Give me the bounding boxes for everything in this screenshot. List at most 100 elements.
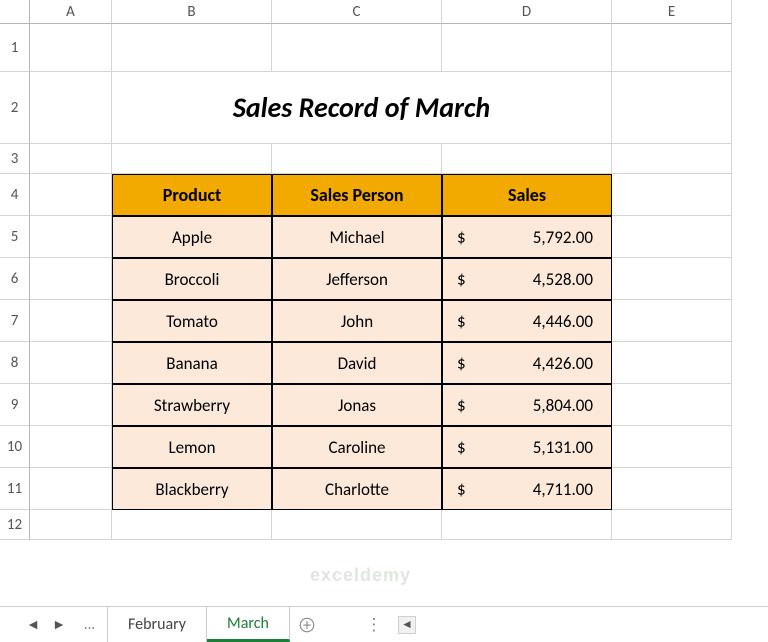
nav-next-icon[interactable]: ► bbox=[46, 607, 72, 642]
cell[interactable] bbox=[30, 174, 112, 216]
col-header-E[interactable]: E bbox=[612, 0, 732, 24]
watermark: exceldemy bbox=[310, 565, 411, 586]
cell[interactable] bbox=[612, 72, 732, 144]
cell[interactable] bbox=[30, 426, 112, 468]
row-header-9[interactable]: 9 bbox=[0, 384, 30, 426]
cell[interactable] bbox=[112, 24, 272, 72]
sheet-tab-bar: ◄ ► ... February March ⋮ ◄ bbox=[0, 606, 768, 642]
currency-symbol: $ bbox=[457, 311, 466, 332]
nav-prev-icon[interactable]: ◄ bbox=[20, 607, 46, 642]
currency-symbol: $ bbox=[457, 479, 466, 500]
row-header-2[interactable]: 2 bbox=[0, 72, 30, 144]
table-cell-person[interactable]: Jefferson bbox=[272, 258, 442, 300]
cell[interactable] bbox=[112, 510, 272, 540]
cell[interactable] bbox=[30, 144, 112, 174]
cell[interactable] bbox=[272, 510, 442, 540]
cell[interactable] bbox=[612, 216, 732, 258]
tab-overflow-button[interactable]: ... bbox=[72, 607, 108, 642]
table-cell-product[interactable]: Broccoli bbox=[112, 258, 272, 300]
currency-symbol: $ bbox=[457, 437, 466, 458]
table-cell-person[interactable]: Jonas bbox=[272, 384, 442, 426]
row-header-1[interactable]: 1 bbox=[0, 24, 30, 72]
amount: 4,446.00 bbox=[533, 311, 593, 332]
sheet-title[interactable]: Sales Record of March bbox=[112, 72, 612, 144]
table-cell-product[interactable]: Apple bbox=[112, 216, 272, 258]
cell[interactable] bbox=[30, 510, 112, 540]
amount: 5,131.00 bbox=[533, 437, 593, 458]
cell[interactable] bbox=[612, 426, 732, 468]
cell[interactable] bbox=[112, 144, 272, 174]
table-cell-person[interactable]: John bbox=[272, 300, 442, 342]
table-cell-product[interactable]: Blackberry bbox=[112, 468, 272, 510]
table-cell-product[interactable]: Banana bbox=[112, 342, 272, 384]
amount: 4,711.00 bbox=[533, 479, 593, 500]
sheet-tab-february[interactable]: February bbox=[108, 607, 207, 642]
cell[interactable] bbox=[272, 144, 442, 174]
table-cell-person[interactable]: Michael bbox=[272, 216, 442, 258]
cell[interactable] bbox=[30, 468, 112, 510]
cell[interactable] bbox=[612, 384, 732, 426]
cell[interactable] bbox=[30, 72, 112, 144]
horizontal-scrollbar[interactable]: ◄ bbox=[392, 607, 768, 642]
cell[interactable] bbox=[612, 174, 732, 216]
row-header-7[interactable]: 7 bbox=[0, 300, 30, 342]
table-cell-person[interactable]: Caroline bbox=[272, 426, 442, 468]
cell[interactable] bbox=[30, 258, 112, 300]
sheet-tab-march[interactable]: March bbox=[207, 607, 290, 642]
cell[interactable] bbox=[30, 384, 112, 426]
table-cell-sales[interactable]: $5,131.00 bbox=[442, 426, 612, 468]
amount: 5,792.00 bbox=[533, 227, 593, 248]
cell[interactable] bbox=[612, 144, 732, 174]
row-header-12[interactable]: 12 bbox=[0, 510, 30, 540]
scroll-left-icon[interactable]: ◄ bbox=[398, 616, 416, 634]
cell[interactable] bbox=[30, 24, 112, 72]
cell[interactable] bbox=[30, 216, 112, 258]
table-cell-sales[interactable]: $4,426.00 bbox=[442, 342, 612, 384]
table-header-product[interactable]: Product bbox=[112, 174, 272, 216]
cell[interactable] bbox=[612, 510, 732, 540]
cell[interactable] bbox=[442, 24, 612, 72]
amount: 4,426.00 bbox=[533, 353, 593, 374]
cell[interactable] bbox=[442, 144, 612, 174]
table-cell-product[interactable]: Lemon bbox=[112, 426, 272, 468]
cell[interactable] bbox=[442, 510, 612, 540]
row-header-5[interactable]: 5 bbox=[0, 216, 30, 258]
select-all-corner[interactable] bbox=[0, 0, 30, 24]
currency-symbol: $ bbox=[457, 227, 466, 248]
cell[interactable] bbox=[612, 300, 732, 342]
currency-symbol: $ bbox=[457, 269, 466, 290]
currency-symbol: $ bbox=[457, 353, 466, 374]
table-cell-sales[interactable]: $5,792.00 bbox=[442, 216, 612, 258]
col-header-A[interactable]: A bbox=[30, 0, 112, 24]
row-header-4[interactable]: 4 bbox=[0, 174, 30, 216]
table-cell-sales[interactable]: $5,804.00 bbox=[442, 384, 612, 426]
plus-circle-icon bbox=[298, 616, 316, 634]
table-cell-product[interactable]: Tomato bbox=[112, 300, 272, 342]
table-cell-person[interactable]: David bbox=[272, 342, 442, 384]
cell[interactable] bbox=[612, 468, 732, 510]
add-sheet-button[interactable] bbox=[290, 607, 324, 642]
row-header-11[interactable]: 11 bbox=[0, 468, 30, 510]
row-header-3[interactable]: 3 bbox=[0, 144, 30, 174]
currency-symbol: $ bbox=[457, 395, 466, 416]
cell[interactable] bbox=[272, 24, 442, 72]
table-cell-product[interactable]: Strawberry bbox=[112, 384, 272, 426]
row-header-10[interactable]: 10 bbox=[0, 426, 30, 468]
table-header-salesperson[interactable]: Sales Person bbox=[272, 174, 442, 216]
cell[interactable] bbox=[30, 300, 112, 342]
table-cell-sales[interactable]: $4,711.00 bbox=[442, 468, 612, 510]
cell[interactable] bbox=[30, 342, 112, 384]
tab-options-icon[interactable]: ⋮ bbox=[364, 607, 384, 642]
cell[interactable] bbox=[612, 24, 732, 72]
cell[interactable] bbox=[612, 342, 732, 384]
col-header-C[interactable]: C bbox=[272, 0, 442, 24]
row-header-8[interactable]: 8 bbox=[0, 342, 30, 384]
table-cell-sales[interactable]: $4,446.00 bbox=[442, 300, 612, 342]
table-header-sales[interactable]: Sales bbox=[442, 174, 612, 216]
table-cell-person[interactable]: Charlotte bbox=[272, 468, 442, 510]
col-header-D[interactable]: D bbox=[442, 0, 612, 24]
col-header-B[interactable]: B bbox=[112, 0, 272, 24]
row-header-6[interactable]: 6 bbox=[0, 258, 30, 300]
table-cell-sales[interactable]: $4,528.00 bbox=[442, 258, 612, 300]
cell[interactable] bbox=[612, 258, 732, 300]
